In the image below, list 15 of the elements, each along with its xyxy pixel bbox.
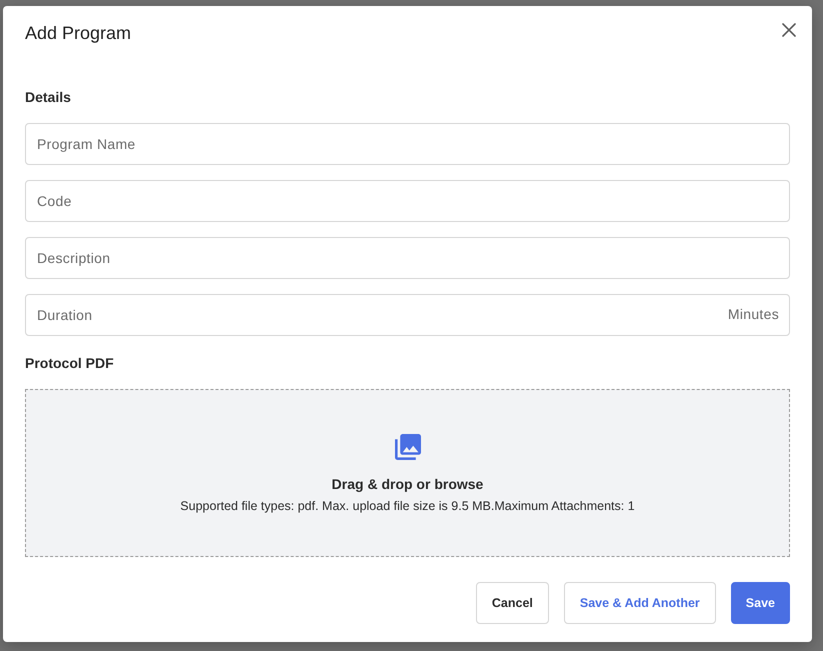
- cancel-button[interactable]: Cancel: [476, 582, 549, 624]
- secondary-button[interactable]: Save & Add Another: [564, 582, 716, 624]
- dialog-title: Add Program: [25, 22, 132, 46]
- close-icon[interactable]: [782, 23, 796, 38]
- section-heading: Details: [25, 88, 71, 107]
- image-gallery-icon: [394, 434, 420, 460]
- file-dropzone[interactable]: Drag & drop or browse Supported file types: pdf. Max. upload file size is 9.5 MB.Maximum Attachments: 1: [25, 388, 790, 557]
- dropzone-hint: Supported file types: pdf. Max. upload file size is 9.5 MB.Maximum Attachments: 1: [180, 498, 635, 514]
- unit-label: Minutes: [728, 304, 779, 323]
- input-field[interactable]: Program Name: [25, 122, 790, 165]
- primary-button[interactable]: Save: [730, 582, 790, 624]
- section-heading: Protocol PDF: [25, 354, 114, 373]
- dropzone-prompt: Drag & drop or browse: [332, 475, 484, 494]
- input-field[interactable]: Code: [25, 180, 790, 222]
- input-field[interactable]: Description: [25, 236, 790, 279]
